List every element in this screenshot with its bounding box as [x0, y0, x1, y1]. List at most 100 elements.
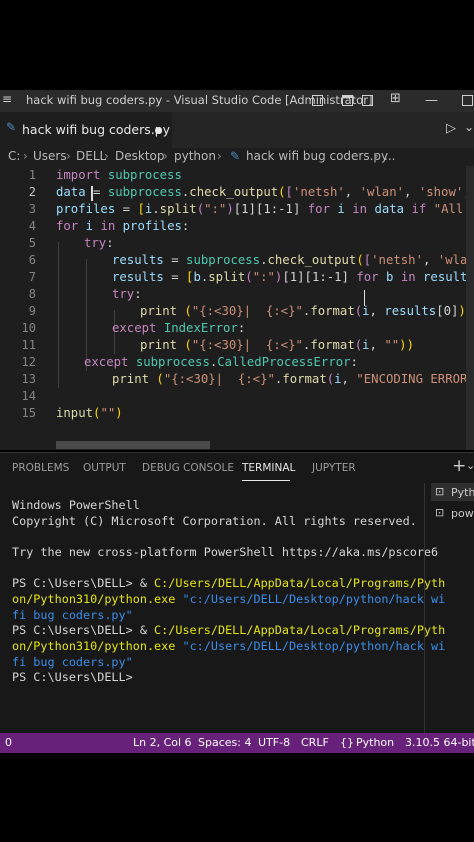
line-number: 1	[28, 168, 36, 182]
run-dropdown-icon[interactable]: ⌄	[464, 120, 474, 134]
horizontal-scrollbar[interactable]	[56, 441, 210, 449]
tab-terminal[interactable]: TERMINAL	[242, 462, 295, 474]
breadcrumb-item[interactable]: Desktop	[115, 149, 165, 163]
status-remote[interactable]: 0	[5, 736, 12, 749]
code-token: b	[193, 270, 201, 284]
breadcrumb-more[interactable]: ...	[384, 149, 395, 163]
braces-icon: {}	[340, 736, 354, 749]
terminal-command: on/Python310/python.exe	[12, 592, 176, 606]
code-token: "{:<30}| {:<}"	[191, 304, 303, 318]
code-token: in	[400, 270, 416, 284]
code-token: )	[115, 406, 123, 420]
new-terminal-icon[interactable]: +	[452, 456, 466, 476]
layout-panel-icon[interactable]	[342, 95, 353, 106]
chevron-right-icon: ›	[23, 149, 28, 163]
code-token: i	[334, 372, 342, 386]
layout-split-icon[interactable]	[362, 95, 373, 106]
line-number: 11	[21, 338, 36, 352]
code-token: "{:<30}| {:<}"	[163, 372, 275, 386]
code-token: ""	[384, 338, 400, 352]
status-indentation[interactable]: Spaces: 4	[198, 736, 251, 749]
python-file-icon: ✎	[6, 120, 17, 134]
layout-sidebar-icon[interactable]	[312, 95, 323, 106]
code-line: results = [b.split(":")[1][1:-1] for b i…	[112, 270, 474, 284]
terminal-list-item[interactable]: pow	[451, 507, 474, 520]
active-tab-underline	[242, 480, 290, 481]
code-token: 'netsh'	[292, 185, 345, 199]
code-token: IndexError	[163, 321, 238, 335]
code-token: in	[100, 219, 116, 233]
status-eol[interactable]: CRLF	[301, 736, 329, 749]
terminal-prompt: PS C:\Users\DELL>	[12, 670, 133, 684]
terminal-line: PS C:\Users\DELL> & C:/Users/DELL/AppDat…	[12, 576, 445, 592]
code-token: [1][1:-1]	[282, 270, 349, 284]
code-line: data = subprocess.check_output(['netsh',…	[56, 185, 474, 199]
terminal-command: C:/Users/DELL/AppData/Local/Programs/Pyt…	[154, 623, 446, 637]
code-token: (	[278, 185, 286, 199]
code-token: i	[85, 219, 94, 233]
code-token: except	[84, 355, 129, 369]
code-editor[interactable]: 1 2 3 4 5 6 7 8 9 10 11 12 13 14 15 impo…	[0, 166, 474, 450]
code-token: 'wlan'	[359, 185, 405, 199]
menu-icon[interactable]: ≡	[2, 92, 12, 106]
minimize-icon[interactable]: —	[425, 93, 438, 108]
tab-problems[interactable]: PROBLEMS	[12, 462, 69, 474]
line-number: 6	[28, 253, 36, 267]
code-token: ,	[422, 253, 438, 267]
breadcrumb-drive[interactable]: C:	[8, 149, 20, 163]
code-line: import subprocess	[56, 168, 182, 182]
code-line: input("")	[56, 406, 123, 420]
editor-tab[interactable]: ✎ hack wifi bug coders.py	[0, 112, 172, 148]
code-token: ,	[344, 185, 360, 199]
i-beam-cursor-icon	[364, 290, 365, 306]
chevron-down-icon[interactable]: ⌄	[466, 459, 474, 472]
vertical-scrollbar[interactable]	[466, 166, 474, 450]
code-token: ,	[404, 185, 419, 199]
terminal-argument: "c:/Users/DELL/Desktop/python/hack wi	[175, 639, 446, 653]
indent-guide	[58, 242, 59, 388]
line-number: 10	[21, 321, 36, 335]
run-icon[interactable]: ▷	[446, 121, 456, 136]
code-token: import	[56, 168, 101, 182]
code-token: data	[374, 202, 405, 216]
code-token: format	[282, 372, 327, 386]
code-token: if	[411, 202, 427, 216]
tab-output[interactable]: OUTPUT	[83, 462, 126, 474]
code-token: [1][1:-1]	[233, 202, 301, 216]
status-interpreter[interactable]: 3.10.5 64-bit	[405, 736, 474, 749]
status-encoding[interactable]: UTF-8	[258, 736, 290, 749]
tab-debug-console[interactable]: DEBUG CONSOLE	[142, 462, 234, 474]
code-token: :	[134, 287, 142, 301]
code-token: check_output	[189, 185, 279, 199]
code-token: profiles	[56, 202, 116, 216]
customize-layout-icon[interactable]: ⊞	[390, 91, 401, 106]
code-token: :	[237, 321, 246, 335]
breadcrumb-item[interactable]: DELL	[76, 149, 106, 163]
code-token: in	[352, 202, 368, 216]
breadcrumb-file[interactable]: hack wifi bug coders.py	[246, 149, 388, 163]
status-cursor-position[interactable]: Ln 2, Col 6	[133, 736, 192, 749]
breadcrumb: C: › Users › DELL › Desktop › python › ✎…	[0, 148, 474, 166]
breadcrumb-item[interactable]: python	[174, 149, 216, 163]
unsaved-dot-icon[interactable]	[155, 127, 162, 134]
code-token: )	[226, 202, 234, 216]
terminal-line: on/Python310/python.exe "c:/Users/DELL/D…	[12, 639, 445, 655]
code-token: =	[85, 185, 108, 199]
code-token: check_output	[267, 253, 357, 267]
title-bar: ≡ hack wifi bug coders.py - Visual Studi…	[0, 90, 474, 112]
terminal-list-item[interactable]: Pyth	[451, 486, 474, 499]
code-token: 'netsh'	[371, 253, 423, 267]
chevron-right-icon: ›	[66, 149, 71, 163]
code-token: "ENCODING ERROR"	[356, 372, 474, 386]
line-number: 9	[28, 304, 36, 318]
chevron-right-icon: ›	[217, 149, 222, 163]
maximize-icon[interactable]	[462, 95, 473, 106]
status-language[interactable]: Python	[356, 736, 394, 749]
breadcrumb-item[interactable]: Users	[33, 149, 67, 163]
tab-jupyter[interactable]: JUPYTER	[312, 462, 356, 474]
